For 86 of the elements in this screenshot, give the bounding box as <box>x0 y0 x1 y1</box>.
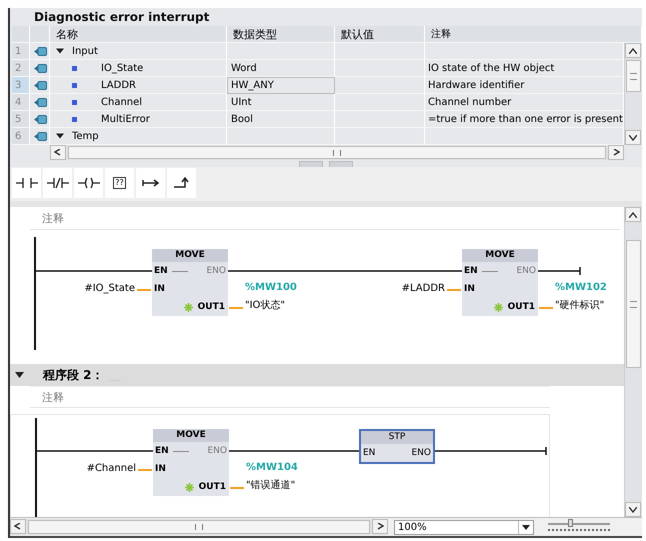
parameter-icon <box>34 98 47 106</box>
scroll-up-button[interactable] <box>625 43 641 58</box>
data-type: Word <box>231 62 257 74</box>
parameter-name: MultiError <box>101 114 150 124</box>
block-name: MOVE <box>462 249 538 262</box>
contact-icon[interactable] <box>16 177 38 189</box>
scroll-left-button[interactable] <box>10 519 26 534</box>
parameter-comment: Channel number <box>428 96 512 108</box>
scroll-up-button[interactable] <box>625 207 641 222</box>
connector-line <box>172 450 189 452</box>
pin-label: OUT1 <box>508 302 535 312</box>
network-comment[interactable]: 注释 <box>42 210 64 226</box>
column-header[interactable]: 默认值 <box>335 26 425 43</box>
network-comment[interactable]: 注释 <box>42 390 64 404</box>
column-header[interactable]: 数据类型 <box>227 26 335 43</box>
block-name: MOVE <box>153 429 229 442</box>
parameter-name: Channel <box>101 96 142 108</box>
block-title: Diagnostic error interrupt <box>33 9 210 26</box>
parameter-icon <box>34 64 47 72</box>
expand-toggle-icon[interactable] <box>56 132 64 140</box>
data-type: HW_ANY <box>231 80 274 90</box>
parameter-icon <box>34 114 47 124</box>
input-operand[interactable]: #IO_State <box>84 282 135 296</box>
parameter-icon <box>34 132 47 140</box>
parameter-name: Input <box>72 46 98 56</box>
input-operand[interactable]: #LADDR <box>402 282 445 296</box>
operand-symbol[interactable]: "IO状态" <box>245 299 286 313</box>
zoom-field[interactable]: 100% <box>394 520 534 534</box>
expand-toggle-icon[interactable] <box>56 47 64 55</box>
function-block[interactable]: MOVE EN ENO IN OUT1 <box>462 249 538 316</box>
parameter-name: LADDR <box>101 80 136 90</box>
sparkle-icon <box>494 302 503 312</box>
network-title: 程序段 2： <box>43 366 104 384</box>
contact-icon[interactable] <box>46 177 68 189</box>
bullet-icon <box>72 100 77 104</box>
pin-label: OUT1 <box>198 482 226 492</box>
pin-label: EN <box>154 266 168 276</box>
pin-label: ENO <box>411 448 431 458</box>
scroll-left-button[interactable] <box>50 145 66 160</box>
parameter-icon <box>34 46 47 56</box>
scroll-down-button[interactable] <box>625 502 641 517</box>
function-block[interactable]: MOVE EN ENO IN OUT1 <box>152 249 228 316</box>
parameter-name: Temp <box>72 130 99 142</box>
collapse-toggle-icon[interactable] <box>15 372 24 378</box>
data-type: Bool <box>231 114 253 124</box>
operand-symbol[interactable]: "错误通道" <box>246 479 296 493</box>
operand-symbol[interactable]: "硬件标识" <box>555 299 604 313</box>
pin-label: IN <box>464 284 475 294</box>
pin-label: ENO <box>207 446 227 456</box>
data-type: UInt <box>231 96 252 108</box>
scroll-down-button[interactable] <box>625 130 641 145</box>
bullet-icon <box>72 66 77 70</box>
column-header[interactable]: 注释 <box>425 26 642 43</box>
empty-box-button[interactable]: ?? <box>105 168 134 198</box>
connector-line <box>172 270 188 272</box>
function-block[interactable]: STP EN ENO <box>359 429 435 464</box>
bullet-icon <box>72 116 77 122</box>
parameter-comment: IO state of the HW object <box>428 62 554 74</box>
scroll-right-button[interactable] <box>608 145 624 160</box>
column-header[interactable]: 名称 <box>50 26 227 43</box>
sparkle-icon <box>184 302 193 312</box>
block-name: MOVE <box>152 249 228 262</box>
pin-label: ENO <box>206 266 226 276</box>
slider-thumb[interactable] <box>568 519 573 527</box>
bullet-icon <box>72 82 77 88</box>
parameter-name: IO_State <box>101 62 144 74</box>
connector-line <box>482 270 498 272</box>
parameter-comment: =true if more than one error is present <box>428 114 623 124</box>
pin-label: OUT1 <box>198 302 225 312</box>
arrow-icon[interactable] <box>140 177 162 189</box>
pin-label: EN <box>464 266 478 276</box>
pin-label: ENO <box>516 266 536 276</box>
pin-label: EN <box>363 448 376 458</box>
block-name: STP <box>361 431 433 444</box>
parameter-comment: Hardware identifier <box>428 80 524 90</box>
function-block[interactable]: MOVE EN ENO IN OUT1 <box>153 429 229 496</box>
pin-label: IN <box>154 284 165 294</box>
pin-label: EN <box>155 446 169 456</box>
pin-label: IN <box>155 464 166 474</box>
coil-icon[interactable] <box>78 177 100 189</box>
dropdown-arrow-icon[interactable] <box>522 524 530 530</box>
parameter-icon <box>34 80 47 90</box>
sparkle-icon <box>184 482 194 492</box>
slider-ticks <box>548 527 610 531</box>
scroll-right-button[interactable] <box>372 519 388 534</box>
input-operand[interactable]: #Channel <box>86 462 136 476</box>
